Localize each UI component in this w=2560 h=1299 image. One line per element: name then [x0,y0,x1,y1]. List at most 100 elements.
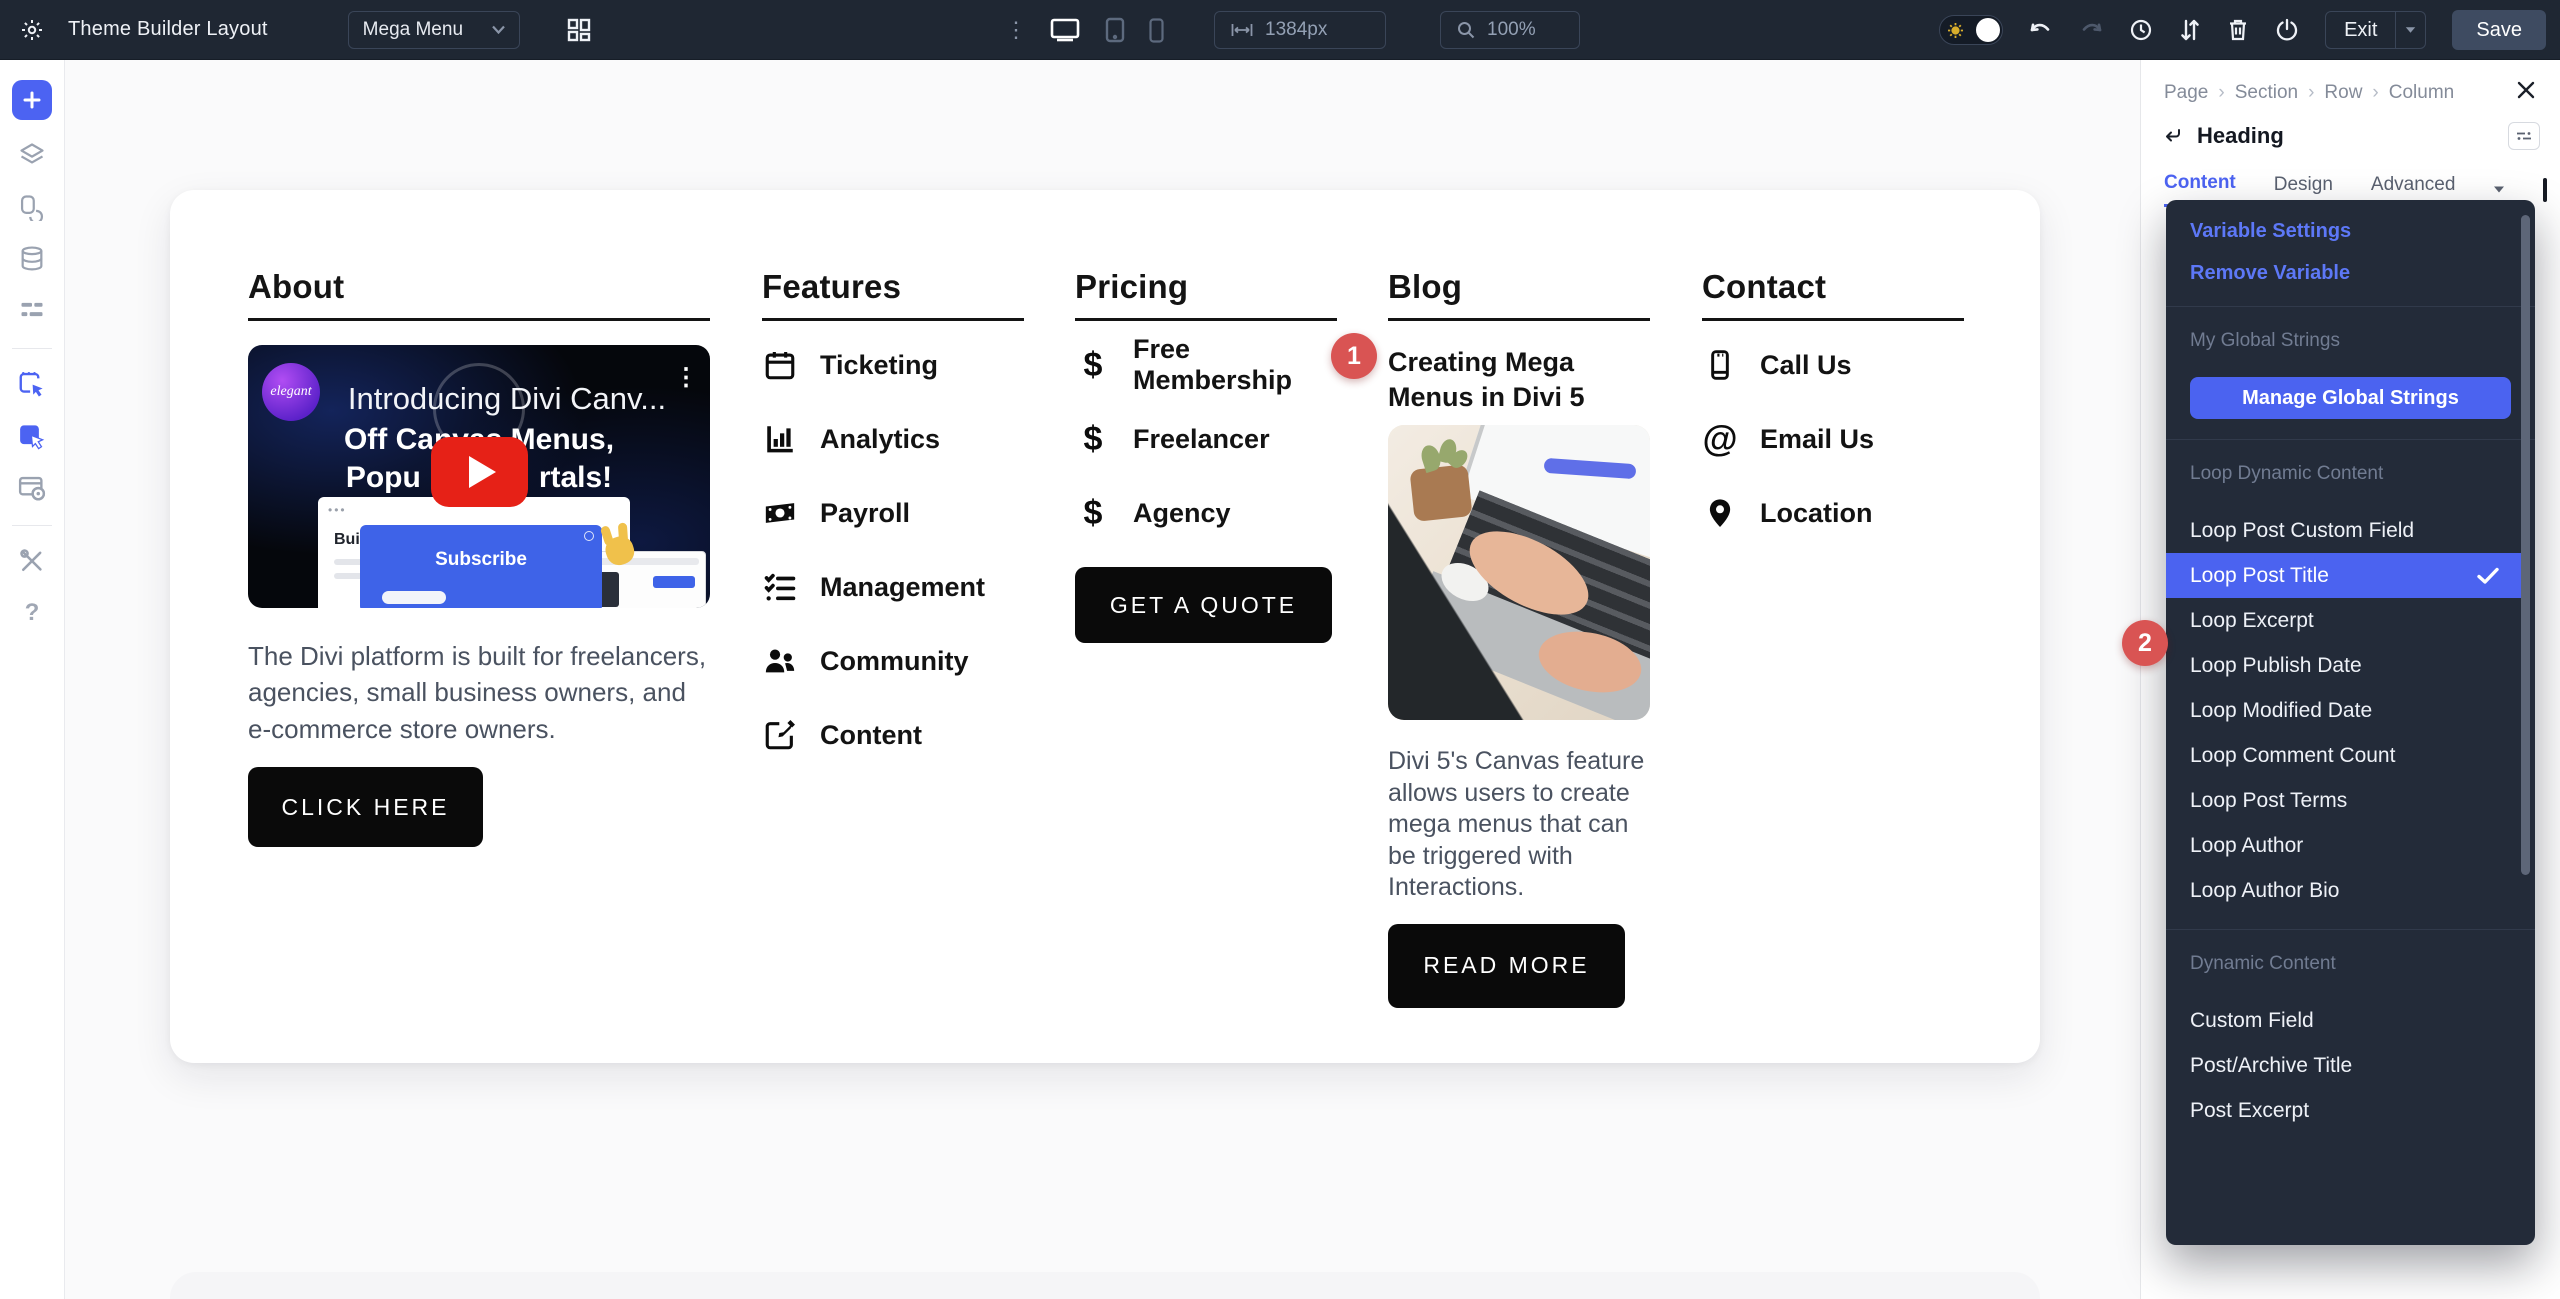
pricing-item-free[interactable]: $ Free Membership [1075,345,1337,385]
pricing-item-freelancer[interactable]: $ Freelancer [1075,419,1337,459]
youtube-play-button[interactable] [431,437,528,507]
portability-power-icon[interactable] [2275,18,2299,42]
gear-icon[interactable] [20,18,44,42]
phone-view-icon[interactable] [1149,18,1164,43]
chevron-down-icon [2405,26,2416,34]
menu-item-loop-post-custom-field[interactable]: Loop Post Custom Field [2166,508,2521,553]
get-a-quote-button[interactable]: GET A QUOTE [1075,567,1332,643]
exit-caret[interactable] [2395,12,2425,48]
breadcrumb: Page › Section › Row › Column [2164,82,2454,104]
contact-heading: Contact [1702,268,1964,321]
tabs-caret-icon[interactable] [2493,185,2505,194]
contact-label: Email Us [1760,424,1874,455]
pricing-heading: Pricing [1075,268,1337,321]
contact-item-email[interactable]: @ Email Us [1702,419,1964,459]
toggle-knob [1976,18,2000,42]
feature-item-analytics[interactable]: Analytics [762,419,1024,459]
breadcrumb-section[interactable]: Section [2235,82,2298,104]
trash-icon[interactable] [2227,18,2249,42]
layouts-grid-icon[interactable] [566,17,592,43]
canvas-width-input[interactable]: 1384px [1214,11,1386,49]
layers-icon[interactable] [15,138,49,172]
click-here-button[interactable]: CLICK HERE [248,767,483,847]
interactions-outline-icon[interactable] [15,367,49,401]
feature-item-management[interactable]: Management [762,567,1024,607]
zoom-input[interactable]: 100% [1440,11,1580,49]
contact-item-call[interactable]: Call Us [1702,345,1964,385]
contact-item-location[interactable]: Location [1702,493,1964,533]
feature-label: Payroll [820,498,910,529]
feature-item-ticketing[interactable]: Ticketing [762,345,1024,385]
blog-featured-image[interactable] [1388,425,1650,720]
history-clock-icon[interactable] [2129,18,2153,42]
expand-box-icon[interactable] [2543,178,2547,202]
dropdown-scrollbar-thumb[interactable] [2521,215,2530,875]
tablet-view-icon[interactable] [1105,17,1125,43]
pricing-item-agency[interactable]: $ Agency [1075,493,1337,533]
close-panel-icon[interactable] [2516,80,2536,105]
menu-item-loop-excerpt[interactable]: Loop Excerpt [2166,598,2521,643]
checklist-icon [762,569,798,605]
quote-label: GET A QUOTE [1110,592,1297,619]
exit-button[interactable]: Exit [2325,11,2426,49]
contact-label: Location [1760,498,1873,529]
feature-item-payroll[interactable]: Payroll [762,493,1024,533]
menu-item-loop-author-bio[interactable]: Loop Author Bio [2166,868,2521,913]
breadcrumb-row[interactable]: Row [2324,82,2362,104]
read-more-label: READ MORE [1423,952,1589,979]
zoom-value: 100% [1487,19,1536,41]
check-icon [2477,567,2499,584]
breadcrumb-page[interactable]: Page [2164,82,2208,104]
help-icon[interactable]: ? [15,596,49,630]
module-title: Heading [2197,123,2284,149]
more-options-icon[interactable]: ⋮ [1005,19,1027,41]
save-button[interactable]: Save [2452,10,2546,50]
youtube-video-embed[interactable]: elegant ⋮ Introducing Divi Canv... Off C… [248,345,710,608]
menu-item-post-excerpt[interactable]: Post Excerpt [2166,1088,2521,1133]
feature-item-community[interactable]: Community [762,641,1024,681]
video-title: Introducing Divi Canv... [312,381,702,417]
mobile-phone-icon [1702,347,1738,383]
annotation-badge-2: 2 [2122,620,2168,666]
redo-icon[interactable] [2079,21,2103,39]
menu-item-custom-field[interactable]: Custom Field [2166,998,2521,1043]
desktop-view-icon[interactable] [1049,17,1081,43]
mega-menu-card: About elegant ⋮ Introducing Divi Canv...… [170,190,2040,1063]
menu-item-loop-author[interactable]: Loop Author [2166,823,2521,868]
column-about: About elegant ⋮ Introducing Divi Canv...… [248,268,710,847]
tools-icon[interactable] [15,544,49,578]
pages-shapes-icon[interactable] [15,190,49,224]
back-arrow-icon[interactable] [2163,127,2183,145]
menu-item-loop-post-terms[interactable]: Loop Post Terms [2166,778,2521,823]
preset-options-icon[interactable] [2508,122,2540,150]
breadcrumb-separator: › [2372,82,2378,104]
subscribe-text: Subscribe [360,549,602,571]
database-icon[interactable] [15,242,49,276]
breadcrumb-column[interactable]: Column [2389,82,2454,104]
menu-item-post-archive-title[interactable]: Post/Archive Title [2166,1043,2521,1088]
manage-global-strings-button[interactable]: Manage Global Strings [2190,377,2511,419]
dropdown-divider [2166,306,2535,307]
menu-item-loop-comment-count[interactable]: Loop Comment Count [2166,733,2521,778]
video-subscribe-modal: Subscribe [360,525,602,608]
add-module-button[interactable] [12,80,52,120]
blog-post-title[interactable]: Creating Mega Menus in Divi 5 [1388,345,1650,415]
read-more-button[interactable]: READ MORE [1388,924,1625,1008]
contact-list: Call Us @ Email Us Location [1702,345,1964,533]
remove-variable-link[interactable]: Remove Variable [2166,252,2535,294]
menu-item-loop-modified-date[interactable]: Loop Modified Date [2166,688,2521,733]
sort-arrows-icon[interactable] [2179,18,2201,42]
global-elements-icon[interactable] [15,294,49,328]
menu-item-loop-post-title[interactable]: Loop Post Title [2166,553,2521,598]
selected-item-label: Loop Post Title [2190,564,2329,588]
feature-label: Management [820,572,985,603]
layout-select[interactable]: Mega Menu [348,11,520,49]
light-dark-toggle[interactable] [1939,15,2003,45]
interactions-filled-icon[interactable] [15,419,49,453]
feature-item-content[interactable]: Content [762,715,1024,755]
menu-item-loop-publish-date[interactable]: Loop Publish Date [2166,643,2521,688]
topbar: Theme Builder Layout Mega Menu ⋮ [0,0,2560,60]
variable-settings-link[interactable]: Variable Settings [2166,210,2535,252]
undo-icon[interactable] [2029,21,2053,39]
browser-preview-icon[interactable] [15,471,49,505]
